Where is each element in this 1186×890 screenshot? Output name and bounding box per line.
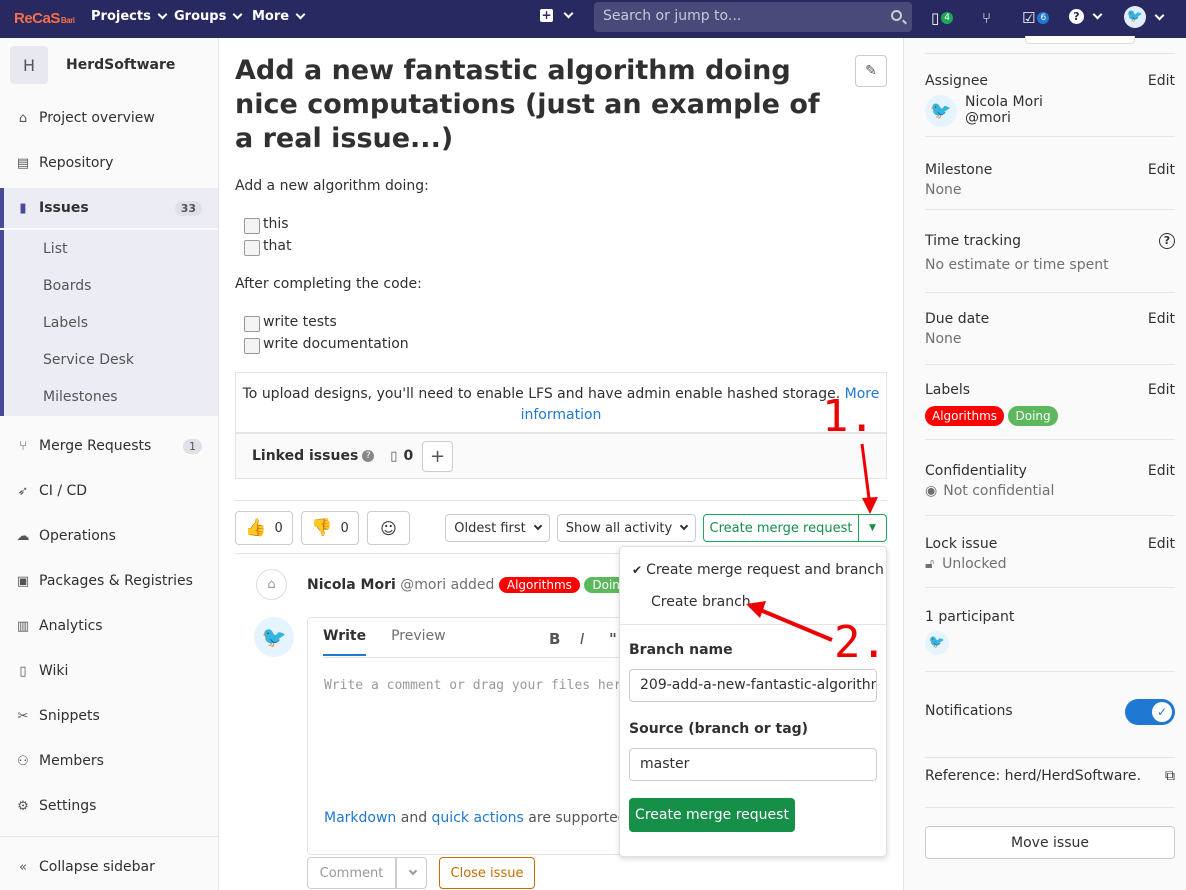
notifications-toggle[interactable]: [1125, 699, 1175, 725]
lock-issue-title: Lock issue: [925, 536, 998, 552]
help-icon[interactable]: ?: [1159, 233, 1175, 249]
annotation-step-1: 1.: [822, 391, 875, 442]
assignee-user[interactable]: Nicola Mori @mori: [965, 94, 1043, 126]
due-date-block: Due date Edit None: [925, 311, 1175, 365]
reference-text: Reference: herd/HerdSoftware…: [925, 768, 1140, 784]
copy-icon[interactable]: ⧉: [1165, 768, 1175, 784]
milestone-value: None: [925, 182, 962, 198]
assignee-edit-link[interactable]: Edit: [1148, 73, 1175, 89]
lock-issue-block: Lock issue Edit 🔓︎ Unlocked: [925, 536, 1175, 588]
lock-issue-edit-link[interactable]: Edit: [1148, 536, 1175, 552]
assignee-title: Assignee: [925, 73, 989, 89]
due-date-title: Due date: [925, 311, 990, 327]
time-tracking-block: Time tracking ? No estimate or time spen…: [925, 233, 1175, 293]
time-tracking-title: Time tracking: [925, 233, 1021, 249]
annotation-arrow-2: [757, 607, 833, 642]
labels-block: Labels Edit Algorithms Doing: [925, 382, 1175, 440]
lock-issue-value: Unlocked: [942, 556, 1007, 572]
due-date-value: None: [925, 331, 962, 347]
issue-sidebar: Assignee Edit 🐦 Nicola Mori @mori Milesto…: [903, 36, 1186, 890]
labels-edit-link[interactable]: Edit: [1148, 382, 1175, 398]
annotation-arrow-1: [860, 443, 872, 507]
participant-avatar[interactable]: 🐦: [925, 631, 949, 655]
divider: [925, 53, 1175, 54]
todo-button-edge[interactable]: [1025, 36, 1135, 44]
assignee-avatar[interactable]: 🐦: [925, 95, 957, 127]
assignee-block: Assignee Edit 🐦 Nicola Mori @mori: [925, 73, 1175, 137]
reference-block: Reference: herd/HerdSoftware… ⧉: [925, 768, 1175, 808]
confidentiality-edit-link[interactable]: Edit: [1148, 463, 1175, 479]
milestone-block: Milestone Edit None: [925, 162, 1175, 210]
unlock-icon: 🔓︎: [925, 556, 935, 572]
annotation-arrowhead-2: [746, 601, 766, 618]
participants-title: 1 participant: [925, 609, 1015, 625]
due-date-edit-link[interactable]: Edit: [1148, 311, 1175, 327]
time-tracking-value: No estimate or time spent: [925, 257, 1109, 273]
annotation-arrowhead-1: [862, 497, 878, 514]
participants-block: 1 participant 🐦: [925, 609, 1175, 672]
label-doing[interactable]: Doing: [1008, 406, 1058, 426]
milestone-title: Milestone: [925, 162, 993, 178]
move-issue-button[interactable]: Move issue: [925, 826, 1175, 859]
label-algorithms[interactable]: Algorithms: [925, 406, 1005, 426]
confidentiality-value: Not confidential: [943, 483, 1055, 499]
eye-icon: ◉: [925, 483, 938, 499]
confidentiality-title: Confidentiality: [925, 463, 1027, 479]
confidentiality-block: Confidentiality Edit ◉ Not confidential: [925, 463, 1175, 516]
milestone-edit-link[interactable]: Edit: [1148, 162, 1175, 178]
notifications-block: Notifications: [925, 699, 1175, 758]
annotation-step-2: 2.: [834, 617, 887, 668]
labels-title: Labels: [925, 382, 971, 398]
